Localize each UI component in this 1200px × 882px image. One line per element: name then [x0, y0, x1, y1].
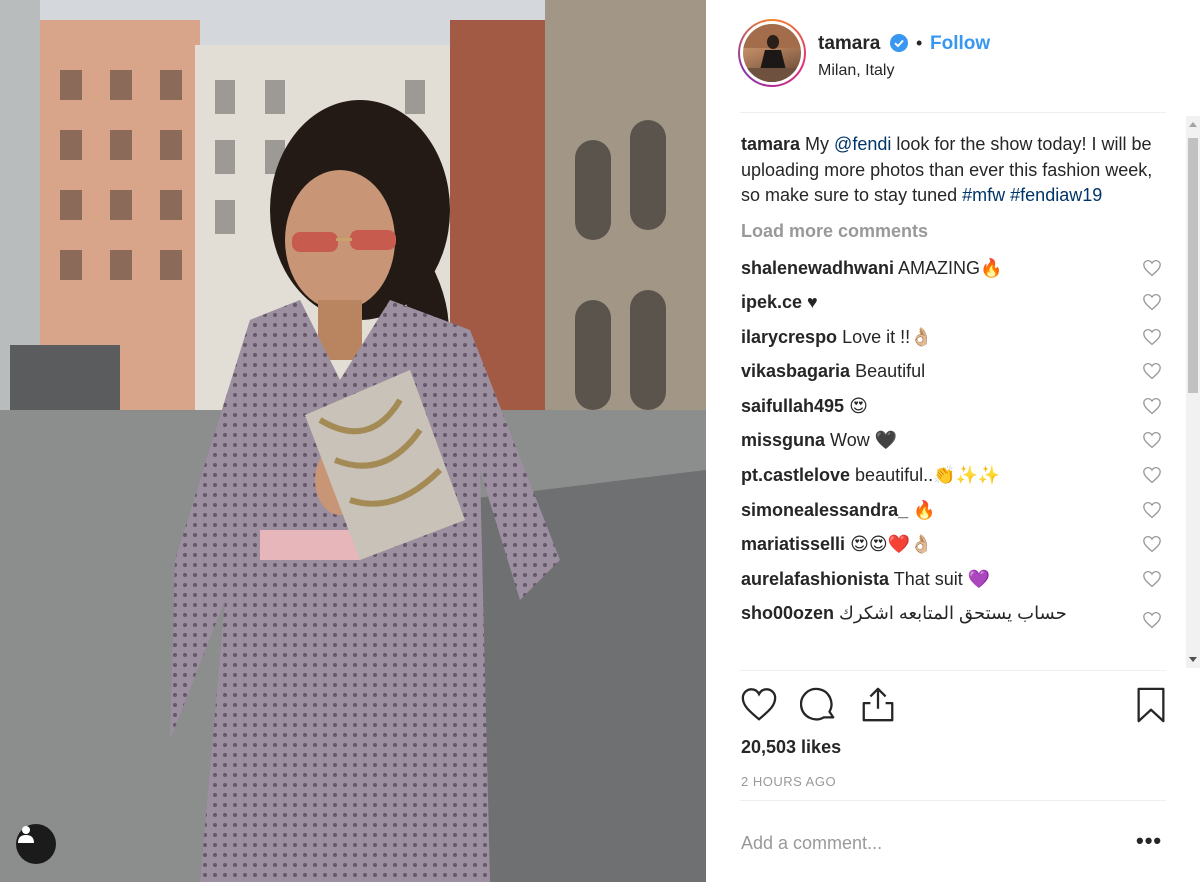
comment-username[interactable]: sho00ozen: [741, 603, 834, 623]
hashtag-link[interactable]: #mfw: [962, 185, 1005, 205]
load-more-comments-button[interactable]: Load more comments: [741, 221, 1161, 242]
post-username[interactable]: tamara: [818, 33, 880, 55]
comment-like-icon[interactable]: [1142, 328, 1161, 346]
comment-item: mariatisselli 😍😍❤️👌🏼: [741, 532, 1161, 567]
header-divider: [740, 112, 1166, 113]
comment-item: vikasbagaria Beautiful: [741, 359, 1161, 394]
separator-dot: •: [916, 33, 923, 53]
post-photo[interactable]: [0, 0, 706, 882]
comment-text: AMAZING🔥: [894, 257, 1003, 278]
comment-like-icon[interactable]: [1142, 259, 1161, 277]
user-tag-icon: [18, 826, 34, 843]
comment-username[interactable]: vikasbagaria: [741, 361, 850, 381]
user-tag-button[interactable]: [16, 824, 56, 864]
likes-count[interactable]: 20,503 likes: [741, 737, 841, 758]
heart-icon[interactable]: [740, 686, 778, 724]
comment-username[interactable]: ipek.ce: [741, 292, 802, 312]
comment-text: 😍: [844, 395, 868, 416]
caption-username[interactable]: tamara: [741, 134, 800, 154]
comment-item: pt.castlelove beautiful..👏✨✨: [741, 463, 1161, 498]
comment-username[interactable]: mariatisselli: [741, 534, 845, 554]
comment-item: sho00ozen حساب يستحق المتابعه اشكرك: [741, 601, 1161, 641]
follow-button[interactable]: Follow: [930, 33, 990, 55]
more-options-button[interactable]: •••: [1136, 828, 1162, 854]
comment-box-divider: [740, 800, 1166, 801]
comment-item: aurelafashionista That suit 💜: [741, 567, 1161, 602]
comment-like-icon[interactable]: [1142, 397, 1161, 415]
comment-item: shalenewadhwani AMAZING🔥: [741, 256, 1161, 291]
hashtag-link[interactable]: #fendiaw19: [1010, 185, 1102, 205]
story-ring[interactable]: [738, 19, 806, 87]
scroll-thumb[interactable]: [1188, 138, 1198, 393]
comment-like-icon[interactable]: [1142, 466, 1161, 484]
scroll-down-arrow[interactable]: [1189, 657, 1197, 662]
add-comment-input[interactable]: [741, 828, 1111, 858]
comments-list[interactable]: tamara My @fendi look for the show today…: [741, 132, 1161, 668]
comments-scrollbar[interactable]: [1186, 116, 1200, 668]
comment-text: ♥: [802, 292, 818, 313]
comment-username[interactable]: saifullah495: [741, 396, 844, 416]
comment-text: Beautiful: [850, 361, 926, 382]
share-icon[interactable]: [859, 686, 897, 724]
comment-like-icon[interactable]: [1142, 362, 1161, 380]
verified-badge-icon: [890, 34, 908, 52]
post-location[interactable]: Milan, Italy: [818, 62, 894, 80]
comment-item: missguna Wow 🖤: [741, 428, 1161, 463]
comment-username[interactable]: simonealessandra_: [741, 500, 908, 520]
comment-like-icon[interactable]: [1142, 431, 1161, 449]
comment-item: saifullah495 😍: [741, 394, 1161, 429]
post-caption: tamara My @fendi look for the show today…: [741, 134, 1153, 205]
avatar: [743, 24, 801, 82]
comment-text: beautiful..👏✨✨: [850, 465, 1001, 486]
post-header: tamara • Follow Milan, Italy: [706, 0, 1200, 112]
comment-item: simonealessandra_ 🔥: [741, 498, 1161, 533]
comment-text: Love it !!👌🏼: [837, 326, 933, 347]
comment-text: 🔥: [908, 499, 936, 520]
comment-username[interactable]: aurelafashionista: [741, 569, 889, 589]
comment-text: Wow 🖤: [825, 430, 898, 451]
comment-like-icon[interactable]: [1142, 611, 1161, 629]
comment-item: ilarycrespo Love it !!👌🏼: [741, 325, 1161, 360]
comment-text: That suit 💜: [889, 568, 991, 589]
comment-username[interactable]: missguna: [741, 430, 825, 450]
comment-username[interactable]: ilarycrespo: [741, 327, 837, 347]
comment-username[interactable]: shalenewadhwani: [741, 258, 894, 278]
comment-bubble-icon[interactable]: [800, 686, 838, 724]
street-scene-illustration: [0, 0, 706, 882]
comment-like-icon[interactable]: [1142, 501, 1161, 519]
comment-text: حساب يستحق المتابعه اشكرك: [834, 603, 1067, 624]
comment-item: ipek.ce ♥: [741, 290, 1161, 325]
actions-divider: [740, 670, 1166, 671]
bookmark-icon[interactable]: [1132, 686, 1170, 724]
mention-link[interactable]: @fendi: [834, 134, 891, 154]
comment-username[interactable]: pt.castlelove: [741, 465, 850, 485]
post-sidebar: tamara • Follow Milan, Italy tamara My @…: [706, 0, 1200, 882]
comment-like-icon[interactable]: [1142, 570, 1161, 588]
comment-like-icon[interactable]: [1142, 293, 1161, 311]
comment-like-icon[interactable]: [1142, 535, 1161, 553]
post-timestamp[interactable]: 2 HOURS AGO: [741, 774, 836, 789]
scroll-up-arrow[interactable]: [1189, 122, 1197, 127]
comment-text: 😍😍❤️👌🏼: [845, 534, 933, 555]
